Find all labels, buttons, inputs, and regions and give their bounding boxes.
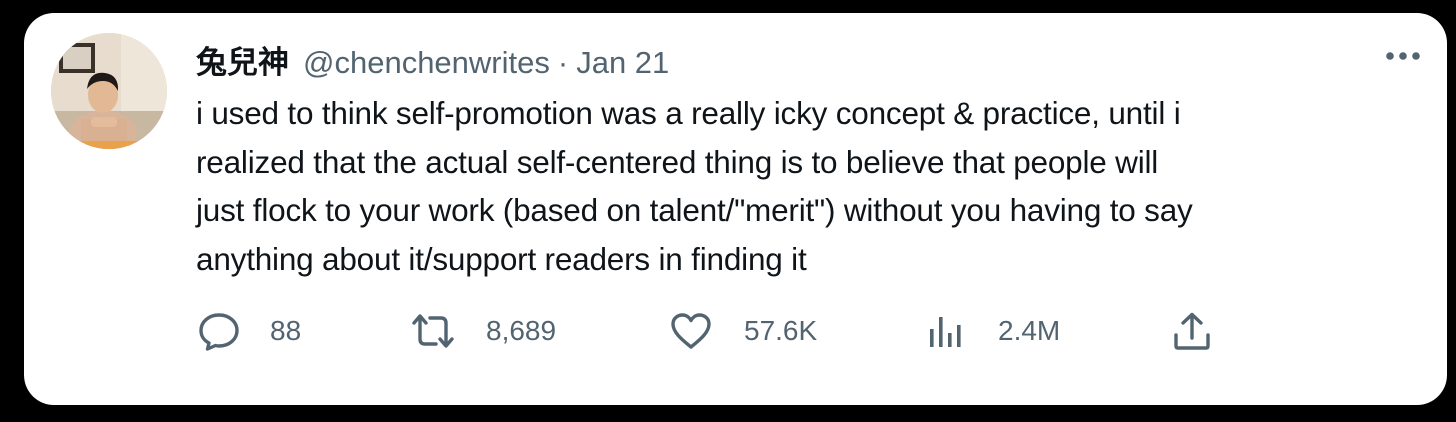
tweet-text: i used to think self-promotion was a rea… xyxy=(196,89,1426,283)
retweet-button[interactable]: 8,689 xyxy=(410,309,556,353)
tweet-date[interactable]: Jan 21 xyxy=(576,45,669,81)
reply-count: 88 xyxy=(270,315,302,346)
tweet-header: 兔兒神 @chenchenwrites · Jan 21 xyxy=(196,37,669,81)
views-icon xyxy=(930,317,961,347)
tweet-text-line: just flock to your work (based on talent… xyxy=(196,192,1193,228)
more-horizontal-icon xyxy=(1386,52,1420,60)
reply-button[interactable]: 88 xyxy=(198,309,301,353)
retweet-icon xyxy=(412,314,454,348)
tweet-card[interactable]: 兔兒神 @chenchenwrites · Jan 21 i used to t… xyxy=(24,13,1447,405)
like-count: 57.6K xyxy=(744,315,818,346)
like-button[interactable]: 57.6K xyxy=(670,309,817,353)
tweet-text-line: i used to think self-promotion was a rea… xyxy=(196,95,1181,131)
tweet-text-line: realized that the actual self-centered t… xyxy=(196,143,1159,180)
share-button[interactable] xyxy=(1172,309,1212,353)
views-button[interactable]: 2.4M xyxy=(928,309,1060,353)
display-name[interactable]: 兔兒神 xyxy=(196,37,289,82)
action-bar: 88 8,689 57.6K 2.4M xyxy=(24,309,1447,353)
avatar-image xyxy=(51,33,167,149)
views-count: 2.4M xyxy=(998,315,1061,346)
user-handle[interactable]: @chenchenwrites xyxy=(303,45,550,81)
tweet-text-line: anything about it/support readers in fin… xyxy=(196,240,807,277)
retweet-count: 8,689 xyxy=(486,315,557,346)
more-button[interactable] xyxy=(1381,41,1425,71)
avatar[interactable] xyxy=(51,33,167,149)
header-separator: · xyxy=(557,45,569,80)
share-icon xyxy=(1174,312,1210,350)
reply-icon xyxy=(199,313,239,351)
heart-icon xyxy=(671,313,711,349)
